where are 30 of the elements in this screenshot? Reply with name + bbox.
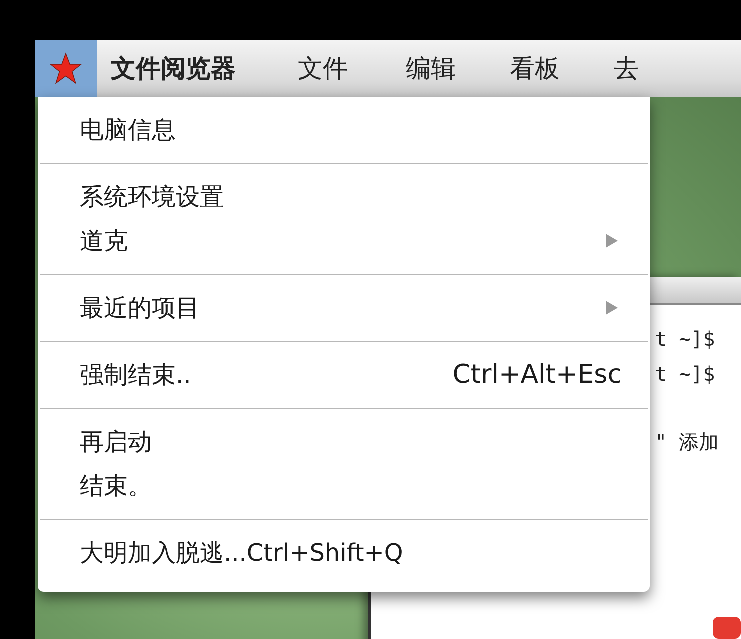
menu-item-label: 电脑信息 (80, 115, 176, 146)
menu-item-label: 强制结束.. (80, 360, 192, 391)
terminal-line: " 添加 (655, 429, 720, 456)
submenu-arrow-icon (606, 301, 618, 315)
menu-item[interactable]: 系统环境设置 (38, 175, 650, 219)
menu-item[interactable]: 电脑信息 (38, 108, 650, 152)
window-button-icon[interactable] (713, 617, 741, 639)
menu-item[interactable]: 强制结束.. Ctrl+Alt+Esc (38, 353, 650, 397)
menu-item-label: 结束。 (80, 471, 152, 502)
menu-item[interactable]: 最近的项目 (38, 286, 650, 330)
menu-item-label: 大明加入脱逃...Ctrl+Shift+Q (80, 538, 404, 569)
star-icon (48, 50, 84, 86)
menu-item[interactable]: 大明加入脱逃...Ctrl+Shift+Q (38, 531, 650, 575)
menu-item-label: 再启动 (80, 427, 152, 458)
shortcut-label: Ctrl+Alt+Esc (452, 360, 622, 390)
menu-bar-item[interactable]: 去 (614, 52, 639, 85)
menu-item[interactable]: 道克 (38, 219, 650, 263)
menu-bar-item[interactable]: 编辑 (406, 52, 456, 85)
menu-item[interactable]: 再启动 (38, 420, 650, 464)
menu-item[interactable]: 结束。 (38, 464, 650, 508)
submenu-arrow-icon (606, 234, 618, 248)
menu-bar-item[interactable]: 文件阅览器 (111, 52, 236, 85)
terminal-line: t ~]$ (655, 362, 716, 388)
menu-item-label: 道克 (80, 226, 128, 257)
menu-bar-item[interactable]: 看板 (510, 52, 560, 85)
terminal-line: t ~]$ (655, 327, 716, 353)
menu-item-label: 系统环境设置 (80, 182, 224, 213)
star-menu-button[interactable] (35, 40, 97, 97)
menu-bar-item[interactable]: 文件 (298, 52, 348, 85)
menu-item-label: 最近的项目 (80, 293, 200, 324)
